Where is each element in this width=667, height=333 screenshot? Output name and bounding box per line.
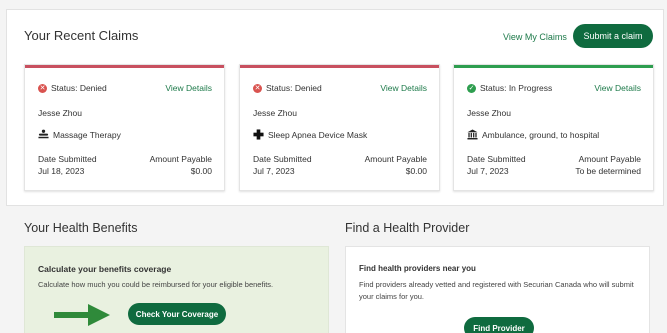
submit-claim-button[interactable]: Submit a claim bbox=[573, 24, 653, 48]
x-circle-icon: ✕ bbox=[38, 83, 47, 93]
recent-claims-title: Your Recent Claims bbox=[24, 28, 139, 43]
claim-person: Jesse Zhou bbox=[253, 108, 297, 118]
x-circle-icon: ✕ bbox=[253, 83, 262, 93]
date-submitted-value: Jul 7, 2023 bbox=[467, 166, 509, 176]
amount-payable-value: To be determined bbox=[575, 166, 641, 176]
benefits-description: Calculate how much you could be reimburs… bbox=[38, 280, 274, 289]
claim-service: Massage Therapy bbox=[38, 129, 121, 140]
claim-card: ✕ Status: Denied View Details Jesse Zhou… bbox=[24, 64, 225, 191]
health-benefits-title: Your Health Benefits bbox=[24, 221, 138, 235]
date-submitted-value: Jul 18, 2023 bbox=[38, 166, 85, 176]
claim-person: Jesse Zhou bbox=[467, 108, 511, 118]
benefits-heading: Calculate your benefits coverage bbox=[38, 264, 172, 274]
benefits-coverage-card: Calculate your benefits coverage Calcula… bbox=[24, 246, 329, 333]
view-details-link[interactable]: View Details bbox=[380, 83, 427, 93]
check-coverage-button[interactable]: Check Your Coverage bbox=[128, 303, 226, 325]
find-provider-button[interactable]: Find Provider bbox=[464, 317, 534, 333]
date-submitted-label: Date Submitted bbox=[253, 154, 312, 164]
massage-icon bbox=[38, 129, 49, 139]
find-provider-title: Find a Health Provider bbox=[345, 221, 470, 235]
status-stripe bbox=[240, 65, 439, 68]
amount-payable-label: Amount Payable bbox=[364, 154, 427, 164]
provider-description: Find providers already vetted and regist… bbox=[359, 280, 634, 301]
claim-status: ✕ Status: Denied bbox=[38, 83, 107, 93]
view-details-link[interactable]: View Details bbox=[594, 83, 641, 93]
amount-payable-label: Amount Payable bbox=[149, 154, 212, 164]
claim-status-label: Status: Denied bbox=[51, 83, 107, 93]
claim-service: Sleep Apnea Device Mask bbox=[253, 129, 367, 140]
claim-status: ✕ Status: Denied bbox=[253, 83, 322, 93]
claim-status-label: Status: In Progress bbox=[480, 83, 553, 93]
find-provider-card: Find health providers near you Find prov… bbox=[345, 246, 650, 333]
date-submitted-label: Date Submitted bbox=[38, 154, 97, 164]
status-stripe bbox=[454, 65, 653, 68]
view-my-claims-link[interactable]: View My Claims bbox=[503, 32, 567, 42]
check-circle-icon: ✓ bbox=[467, 83, 476, 93]
date-submitted-label: Date Submitted bbox=[467, 154, 526, 164]
hospital-icon bbox=[467, 129, 478, 140]
claim-service-label: Ambulance, ground, to hospital bbox=[482, 129, 600, 140]
amount-payable-label: Amount Payable bbox=[578, 154, 641, 164]
claim-status-label: Status: Denied bbox=[266, 83, 322, 93]
claim-service-label: Massage Therapy bbox=[53, 129, 121, 140]
amount-payable-value: $0.00 bbox=[190, 166, 212, 176]
claim-card: ✓ Status: In Progress View Details Jesse… bbox=[453, 64, 654, 191]
date-submitted-value: Jul 7, 2023 bbox=[253, 166, 295, 176]
claim-status: ✓ Status: In Progress bbox=[467, 83, 552, 93]
provider-heading: Find health providers near you bbox=[359, 264, 476, 273]
claim-service-label: Sleep Apnea Device Mask bbox=[268, 129, 368, 140]
recent-claims-panel: Your Recent Claims View My Claims Submit… bbox=[6, 9, 664, 206]
medical-cross-icon bbox=[253, 129, 264, 140]
view-details-link[interactable]: View Details bbox=[165, 83, 212, 93]
claim-person: Jesse Zhou bbox=[38, 108, 82, 118]
amount-payable-value: $0.00 bbox=[405, 166, 427, 176]
claim-card: ✕ Status: Denied View Details Jesse Zhou… bbox=[239, 64, 440, 191]
right-arrow-icon bbox=[54, 304, 110, 326]
claim-service: Ambulance, ground, to hospital bbox=[467, 129, 599, 140]
status-stripe bbox=[25, 65, 224, 68]
